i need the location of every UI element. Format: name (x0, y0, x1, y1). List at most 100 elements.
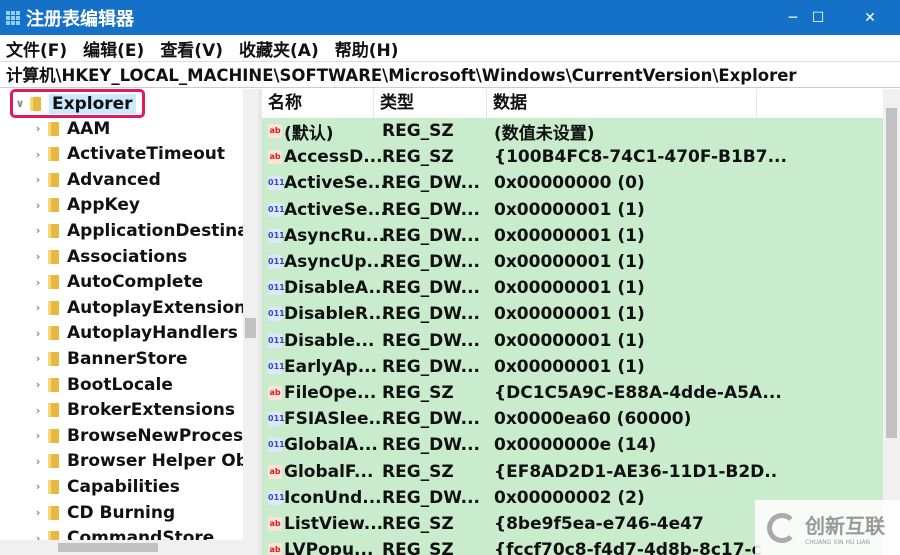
tree-item[interactable]: › Capabilities (32, 474, 180, 499)
folder-icon (48, 326, 59, 341)
tree-item[interactable]: › Browser Helper Obje (32, 449, 258, 474)
value-type: REG_DW... (382, 278, 481, 299)
value-name: IconUnd... (284, 487, 382, 508)
value-data: {EF8AD2D1-AE36-11D1-B2D.. (494, 461, 778, 482)
table-row[interactable]: ab (默认) REG_SZ (数值未设置) (262, 118, 595, 144)
tree-item[interactable]: › BannerStore (32, 346, 188, 371)
folder-icon (48, 275, 59, 290)
tree-item-label: AppKey (67, 195, 140, 216)
chevron-right-icon[interactable]: › (32, 506, 44, 519)
tree-item[interactable]: › CD Burning (32, 500, 175, 525)
table-row[interactable]: 011 ActiveSe... REG_DW... 0x00000000 (0) (262, 170, 645, 196)
maximize-button[interactable]: ☐ (795, 0, 841, 35)
table-row[interactable]: ab FileOpe... REG_SZ {DC1C5A9C-E88A-4dde-A5… (262, 380, 782, 406)
value-data: 0x00000001 (1) (494, 199, 645, 220)
tree-item[interactable]: › Associations (32, 244, 188, 269)
menu-help[interactable]: 帮助(H) (335, 36, 399, 61)
chevron-right-icon[interactable]: › (32, 250, 44, 263)
folder-icon (48, 428, 59, 443)
tree-item[interactable]: › AutoComplete (32, 270, 203, 295)
value-type: REG_DW... (382, 409, 481, 430)
table-row[interactable]: ab ListView... REG_SZ {8be9f5ea-e746-4e47 (262, 511, 704, 537)
tree-item[interactable]: › BrowseNewProcess (32, 423, 253, 448)
value-data: 0x00000001 (1) (494, 356, 645, 377)
chevron-right-icon[interactable]: › (32, 455, 44, 468)
tree-item-label: BannerStore (67, 348, 188, 369)
value-type: REG_SZ (382, 383, 454, 403)
table-row[interactable]: 011 AsyncUp... REG_DW... 0x00000001 (1) (262, 249, 645, 275)
menu-view[interactable]: 查看(V) (160, 36, 223, 61)
menu-file[interactable]: 文件(F) (6, 36, 67, 61)
folder-icon (48, 505, 59, 520)
table-row[interactable]: 011 EarlyAp... REG_DW... 0x00000001 (1) (262, 354, 645, 380)
value-data: {fccf70c8-f4d7-4d8b-8c17-c (494, 540, 762, 555)
value-name: GlobalF... (284, 461, 374, 482)
tree-item[interactable]: › AAM (32, 116, 111, 141)
value-name: ActiveSe... (284, 199, 387, 220)
value-rows: ab (默认) REG_SZ (数值未设置) ab AccessD... REG_SZ {10… (262, 118, 883, 555)
address-bar[interactable]: 计算机\HKEY_LOCAL_MACHINE\SOFTWARE\Microsof… (0, 63, 900, 88)
tree-item[interactable]: › BootLocale (32, 372, 173, 397)
close-button[interactable]: ✕ (847, 0, 893, 35)
folder-icon (48, 377, 59, 392)
chevron-right-icon[interactable]: › (32, 327, 44, 340)
value-type: REG_SZ (382, 514, 454, 534)
tree-item[interactable]: › AutoplayExtensions (32, 295, 257, 320)
table-row[interactable]: 011 Disable... REG_DW... 0x00000001 (1) (262, 328, 645, 354)
list-scroll-thumb[interactable] (886, 108, 897, 438)
watermark: 创新互联 CHUANG XIN HU LIAN (755, 500, 900, 555)
tree-item[interactable]: › ActivateTimeout (32, 142, 225, 167)
tree-item[interactable]: › Advanced (32, 167, 161, 192)
folder-icon (48, 172, 59, 187)
value-type: REG_DW... (382, 487, 481, 508)
chevron-right-icon[interactable]: › (32, 404, 44, 417)
chevron-right-icon[interactable]: › (32, 276, 44, 289)
table-row[interactable]: 011 GlobalA... REG_DW... 0x0000000e (14) (262, 432, 656, 458)
table-row[interactable]: 011 FSIASlee... REG_DW... 0x0000ea60 (60000… (262, 406, 691, 432)
tree-item-explorer[interactable]: ∨ Explorer (14, 91, 136, 116)
value-data: 0x00000001 (1) (494, 330, 645, 351)
chevron-right-icon[interactable]: › (32, 199, 44, 212)
table-row[interactable]: 011 IconUnd... REG_DW... 0x00000002 (2) (262, 485, 645, 511)
value-name: AccessD... (284, 147, 383, 168)
table-row[interactable]: 011 DisableR... REG_DW... 0x00000001 (1) (262, 301, 645, 327)
tree-hscroll-thumb[interactable] (58, 543, 158, 552)
chevron-right-icon[interactable]: › (32, 301, 44, 314)
table-row[interactable]: ab AccessD... REG_SZ {100B4FC8-74C1-470F-B1… (262, 144, 787, 170)
tree-item[interactable]: › AppKey (32, 193, 140, 218)
table-row[interactable]: ab LVPopu... REG_SZ {fccf70c8-f4d7-4d8b-8c1… (262, 537, 762, 555)
value-data: 0x00000000 (0) (494, 173, 645, 194)
watermark-logo-icon (767, 512, 797, 543)
tree-item[interactable]: › AutoplayHandlers (32, 321, 238, 346)
table-row[interactable]: 011 AsyncRu... REG_DW... 0x00000001 (1) (262, 223, 645, 249)
folder-icon (48, 351, 59, 366)
column-data[interactable]: 数据 (487, 89, 757, 118)
chevron-right-icon[interactable]: › (32, 429, 44, 442)
menu-edit[interactable]: 编辑(E) (83, 36, 144, 61)
menu-favorites[interactable]: 收藏夹(A) (239, 36, 319, 61)
chevron-right-icon[interactable]: › (32, 173, 44, 186)
chevron-right-icon[interactable]: › (32, 122, 44, 135)
tree-item-label: BrowseNewProcess (67, 425, 254, 446)
tree-scroll-thumb[interactable] (245, 318, 256, 338)
tree-item-label: AutoplayHandlers (67, 323, 238, 344)
table-row[interactable]: 011 DisableA... REG_DW... 0x00000001 (1) (262, 275, 645, 301)
tree-item-label: AutoComplete (67, 272, 204, 293)
table-row[interactable]: 011 ActiveSe... REG_DW... 0x00000001 (1) (262, 197, 645, 223)
tree-item[interactable]: › ApplicationDestinati (32, 218, 258, 243)
chevron-right-icon[interactable]: › (32, 352, 44, 365)
chevron-right-icon[interactable]: › (32, 378, 44, 391)
value-name: DisableR... (284, 304, 388, 325)
key-tree: ∨ Explorer › AAM › ActivateTimeout › Advanced › A… (0, 89, 258, 555)
chevron-right-icon[interactable]: › (32, 224, 44, 237)
chevron-down-icon[interactable]: ∨ (14, 97, 26, 110)
chevron-right-icon[interactable]: › (32, 148, 44, 161)
tree-item[interactable]: › BrokerExtensions (32, 398, 235, 423)
value-name: FSIASlee... (284, 409, 388, 430)
binary-value-icon: 011 (268, 307, 285, 322)
tree-item-label: AAM (67, 118, 111, 139)
column-type[interactable]: 类型 (374, 89, 487, 118)
chevron-right-icon[interactable]: › (32, 480, 44, 493)
table-row[interactable]: ab GlobalF... REG_SZ {EF8AD2D1-AE36-11D1-B2… (262, 459, 777, 485)
column-name[interactable]: 名称 (262, 89, 374, 118)
